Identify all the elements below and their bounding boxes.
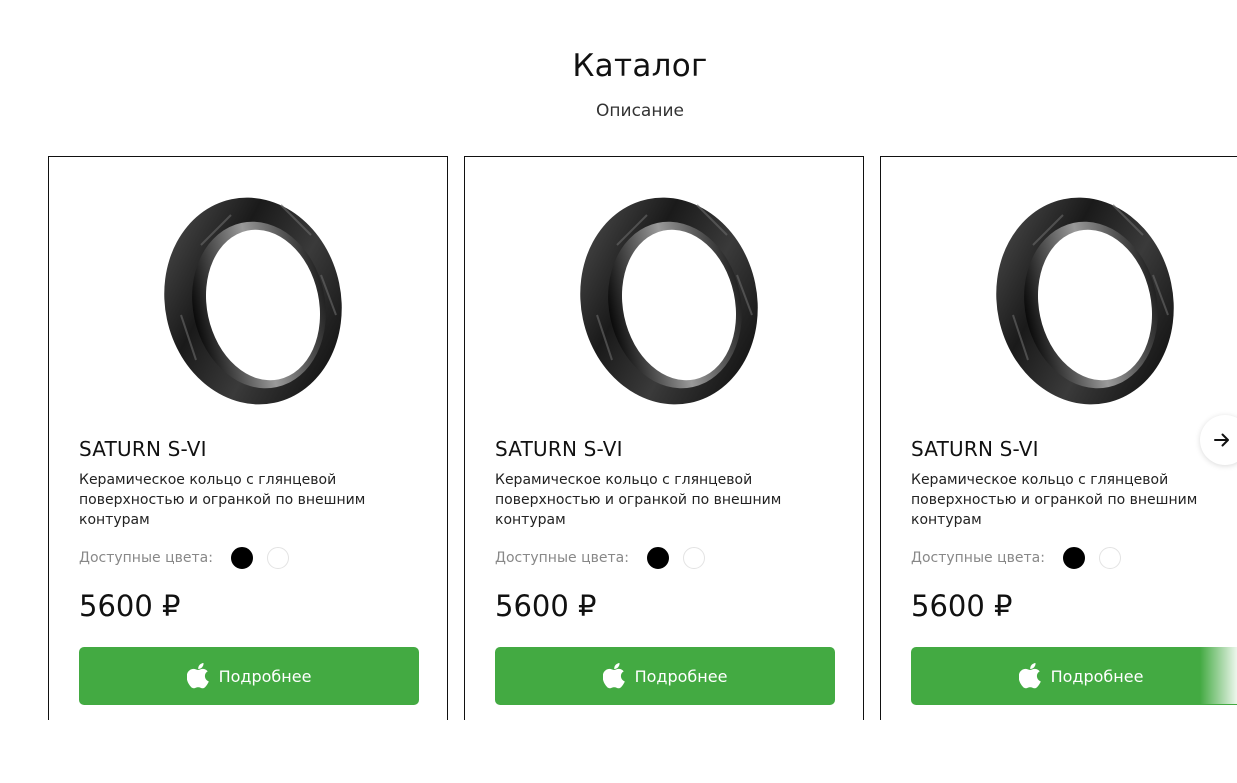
product-price: 5600 ₽ [79,589,181,623]
product-card: SATURN S-VI Керамическое кольцо с глянце… [48,156,448,720]
color-swatch-black[interactable] [230,547,253,569]
product-name: SATURN S-VI [911,437,1039,461]
color-swatch-black[interactable] [1062,547,1085,569]
color-swatch-white[interactable] [266,547,289,569]
ring-image [164,197,342,405]
product-card: SATURN S-VI Керамическое кольцо с глянце… [880,156,1237,720]
ring-image [996,197,1174,405]
page-subtitle: Описание [596,101,684,121]
product-description: Керамическое кольцо с глянцевой поверхно… [495,472,782,528]
color-swatch-white[interactable] [1098,547,1121,569]
ring-image [580,197,758,405]
catalog-page: Каталог Описание SATURN S-VI Керамическо… [0,0,1237,783]
details-button[interactable]: Подробнее [495,647,835,705]
available-colors: Доступные цвета: [79,545,303,571]
details-button-label: Подробнее [634,666,728,686]
available-colors: Доступные цвета: [911,545,1135,571]
apple-icon [186,663,209,689]
colors-label: Доступные цвета: [911,550,1045,566]
product-carousel: SATURN S-VI Керамическое кольцо с глянце… [0,156,1237,720]
color-swatch-black[interactable] [646,547,669,569]
apple-icon [1018,663,1041,689]
product-description: Керамическое кольцо с глянцевой поверхно… [911,472,1198,528]
product-price: 5600 ₽ [495,589,597,623]
available-colors: Доступные цвета: [495,545,719,571]
details-button[interactable]: Подробнее [79,647,419,705]
details-button-label: Подробнее [1050,666,1144,686]
colors-label: Доступные цвета: [79,550,213,566]
product-description: Керамическое кольцо с глянцевой поверхно… [79,472,366,528]
colors-label: Доступные цвета: [495,550,629,566]
product-card: SATURN S-VI Керамическое кольцо с глянце… [464,156,864,720]
product-price: 5600 ₽ [911,589,1013,623]
details-button[interactable]: Подробнее [911,647,1237,705]
color-swatch-white[interactable] [682,547,705,569]
arrow-right-icon [1214,433,1229,447]
product-name: SATURN S-VI [495,437,623,461]
details-button-label: Подробнее [218,666,312,686]
apple-icon [602,663,625,689]
page-title: Каталог [572,48,708,84]
product-name: SATURN S-VI [79,437,207,461]
